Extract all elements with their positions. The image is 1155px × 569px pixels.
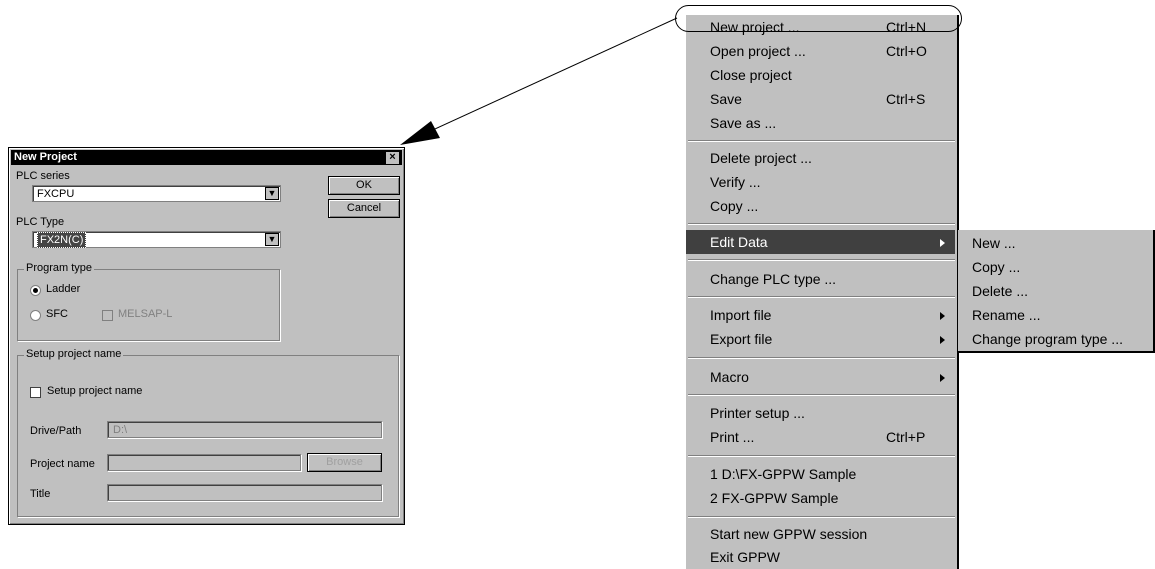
- chevron-down-icon[interactable]: ▼: [265, 233, 279, 246]
- submenu-arrow-icon: [940, 312, 945, 320]
- sfc-label: SFC: [46, 308, 68, 320]
- cancel-button[interactable]: Cancel: [328, 199, 400, 218]
- edit-data-submenu: New ... Copy ... Delete ... Rename ... C…: [958, 230, 1155, 353]
- project-name-field: [107, 454, 301, 471]
- submenu-item-new[interactable]: New ...: [972, 231, 1016, 255]
- menu-item-shortcut: Ctrl+S: [886, 91, 926, 107]
- menu-item-save-as[interactable]: Save as ...: [686, 111, 955, 135]
- program-type-group: Program type Ladder SFC MELSAP-L: [17, 262, 280, 341]
- project-name-label: Project name: [30, 458, 95, 470]
- menu-item-label: 2 FX-GPPW Sample: [710, 490, 839, 506]
- setup-project-title: Setup project name: [24, 348, 124, 360]
- menu-item-export-file[interactable]: Export file: [686, 327, 955, 351]
- menu-separator: [688, 357, 955, 359]
- menu-item-import-file[interactable]: Import file: [686, 303, 955, 327]
- menu-item-label: Delete project ...: [710, 150, 812, 166]
- drive-path-field: D:\: [107, 421, 382, 438]
- plc-series-label: PLC series: [16, 170, 70, 182]
- setup-project-group: Setup project name Setup project name Dr…: [17, 348, 399, 517]
- menu-item-delete-project[interactable]: Delete project ...: [686, 146, 955, 170]
- submenu-arrow-icon: [940, 239, 945, 247]
- chevron-down-icon[interactable]: ▼: [265, 187, 279, 200]
- menu-item-shortcut: Ctrl+P: [886, 429, 926, 445]
- menu-item-label: Close project: [710, 67, 792, 83]
- menu-separator: [688, 455, 955, 457]
- menu-separator: [688, 259, 955, 261]
- submenu-item-rename[interactable]: Rename ...: [972, 303, 1040, 327]
- dialog-title: New Project: [14, 151, 77, 163]
- menu-item-label: Start new GPPW session: [710, 526, 868, 542]
- title-label: Title: [30, 488, 51, 500]
- drive-path-label: Drive/Path: [30, 425, 82, 437]
- menu-item-label: Printer setup ...: [710, 405, 805, 421]
- program-type-title: Program type: [24, 262, 95, 274]
- menu-item-label: Open project ...: [710, 43, 806, 59]
- menu-item-label: Edit Data: [710, 234, 768, 250]
- menu-item-label: Save: [710, 91, 742, 107]
- melsap-checkbox: [102, 310, 113, 321]
- menu-item-recent-1[interactable]: 1 D:\FX-GPPW Sample: [686, 462, 955, 486]
- submenu-item-delete[interactable]: Delete ...: [972, 279, 1028, 303]
- dialog-titlebar: New Project ×: [11, 150, 402, 165]
- menu-item-edit-data[interactable]: Edit Data: [686, 230, 955, 254]
- plc-series-select[interactable]: FXCPU ▼: [32, 185, 281, 202]
- new-project-dialog: New Project × PLC series FXCPU ▼ OK Canc…: [8, 147, 405, 525]
- setup-project-checkbox[interactable]: [30, 387, 41, 398]
- ladder-radio[interactable]: [30, 285, 41, 296]
- browse-button: Browse: [307, 453, 382, 472]
- plc-type-value: FX2N(C): [37, 232, 87, 248]
- melsap-label: MELSAP-L: [118, 308, 173, 320]
- menu-separator: [688, 296, 955, 298]
- menu-separator: [688, 223, 955, 225]
- menu-item-close-project[interactable]: Close project: [686, 63, 955, 87]
- setup-project-checkbox-label: Setup project name: [47, 385, 143, 397]
- menu-item-label: Macro: [710, 369, 749, 385]
- highlight-oval: [675, 5, 962, 32]
- plc-type-select[interactable]: FX2N(C) ▼: [32, 231, 281, 248]
- menu-item-exit[interactable]: Exit GPPW: [686, 545, 955, 569]
- sfc-radio[interactable]: [30, 310, 41, 321]
- menu-item-print[interactable]: Print ... Ctrl+P: [686, 425, 955, 449]
- menu-item-save[interactable]: Save Ctrl+S: [686, 87, 955, 111]
- menu-item-label: Exit GPPW: [710, 549, 781, 565]
- menu-separator: [688, 140, 955, 142]
- menu-item-change-plc-type[interactable]: Change PLC type ...: [686, 267, 955, 291]
- menu-item-label: Copy ...: [710, 198, 759, 214]
- menu-item-macro[interactable]: Macro: [686, 365, 955, 389]
- close-icon[interactable]: ×: [385, 151, 400, 165]
- menu-item-copy[interactable]: Copy ...: [686, 194, 955, 218]
- menu-item-verify[interactable]: Verify ...: [686, 170, 955, 194]
- submenu-arrow-icon: [940, 374, 945, 382]
- menu-item-label: Verify ...: [710, 174, 761, 190]
- menu-item-label: Change PLC type ...: [710, 271, 837, 287]
- menu-item-label: Print ...: [710, 429, 755, 445]
- submenu-item-change-program-type[interactable]: Change program type ...: [972, 327, 1123, 351]
- ok-button[interactable]: OK: [328, 176, 400, 195]
- submenu-item-copy[interactable]: Copy ...: [972, 255, 1020, 279]
- menu-item-recent-2[interactable]: 2 FX-GPPW Sample: [686, 486, 955, 510]
- title-field: [107, 484, 382, 501]
- submenu-arrow-icon: [940, 336, 945, 344]
- menu-separator: [688, 394, 955, 396]
- plc-series-value: FXCPU: [37, 188, 75, 200]
- ladder-label: Ladder: [46, 283, 81, 295]
- plc-type-label: PLC Type: [16, 216, 65, 228]
- drive-path-value: D:\: [113, 424, 128, 436]
- menu-item-label: 1 D:\FX-GPPW Sample: [710, 466, 857, 482]
- menu-item-shortcut: Ctrl+O: [886, 43, 927, 59]
- menu-item-label: Save as ...: [710, 115, 777, 131]
- menu-separator: [688, 516, 955, 518]
- file-menu: New project ... Ctrl+N Open project ... …: [686, 15, 959, 569]
- menu-item-label: Import file: [710, 307, 772, 323]
- menu-item-printer-setup[interactable]: Printer setup ...: [686, 401, 955, 425]
- menu-item-label: Export file: [710, 331, 773, 347]
- menu-item-open-project[interactable]: Open project ... Ctrl+O: [686, 39, 955, 63]
- menu-item-start-new-session[interactable]: Start new GPPW session: [686, 522, 955, 546]
